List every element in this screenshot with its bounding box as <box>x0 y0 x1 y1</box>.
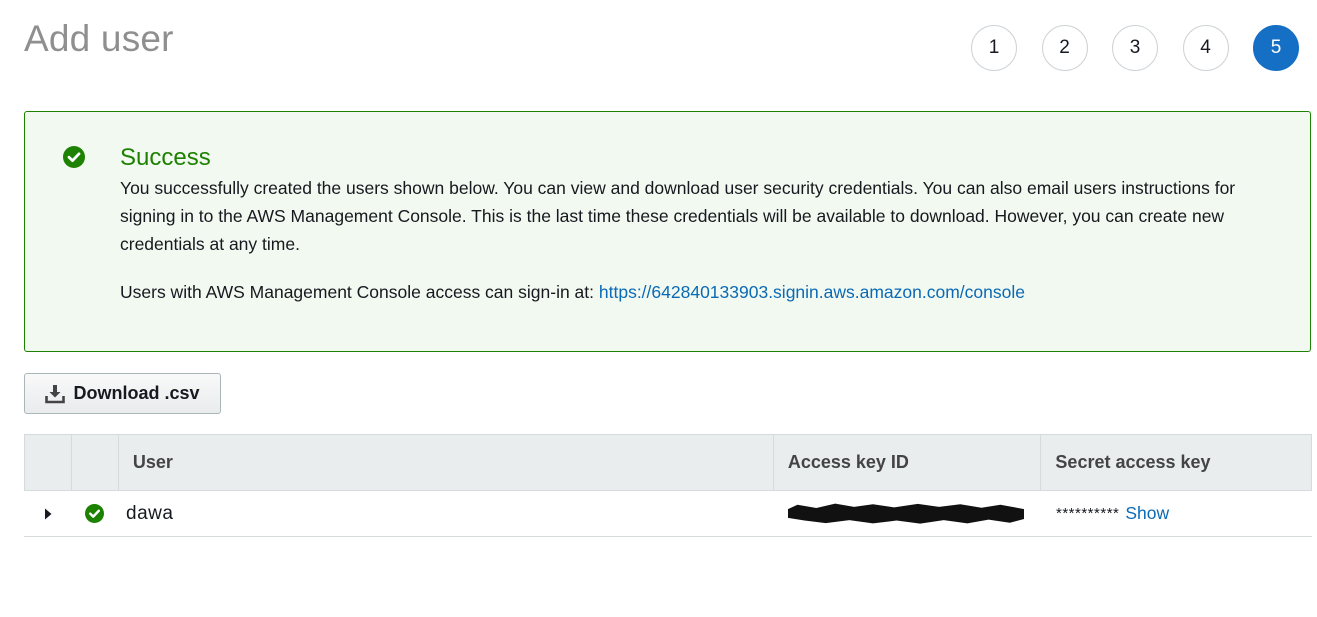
user-name-cell: dawa <box>126 502 174 524</box>
table-row: dawa ********** Show <box>24 491 1312 537</box>
download-csv-label: Download .csv <box>73 383 200 403</box>
column-header-access-key-id[interactable]: Access key ID <box>774 435 1042 490</box>
step-4[interactable]: 4 <box>1182 25 1229 71</box>
check-circle-icon <box>63 146 85 168</box>
signin-url-link[interactable]: https://642840133903.signin.aws.amazon.c… <box>599 282 1025 302</box>
users-table: User Access key ID Secret access key daw… <box>24 434 1312 537</box>
alert-title: Success <box>120 144 211 171</box>
download-csv-button[interactable]: Download .csv <box>24 373 221 414</box>
step-5[interactable]: 5 <box>1253 25 1299 71</box>
download-icon <box>45 384 66 403</box>
alert-message: You successfully created the users shown… <box>120 178 1236 254</box>
page-title: Add user <box>24 18 174 59</box>
expand-cell <box>24 491 71 536</box>
show-secret-link[interactable]: Show <box>1125 503 1169 524</box>
table-header: User Access key ID Secret access key <box>24 434 1312 491</box>
secret-mask: ********** <box>1056 505 1120 522</box>
column-header-user[interactable]: User <box>119 435 774 490</box>
step-1[interactable]: 1 <box>971 25 1017 71</box>
secret-access-key-cell: ********** Show <box>1042 491 1312 536</box>
row-status-cell <box>71 491 118 536</box>
check-circle-icon <box>85 504 104 523</box>
add-user-page: Add user 1 2 3 4 5 Success You successfu… <box>0 0 1317 617</box>
header-status-cell <box>72 435 119 490</box>
wizard-steps: 1 2 3 4 5 <box>971 25 1299 71</box>
column-header-secret-access-key[interactable]: Secret access key <box>1041 435 1311 490</box>
header-expand-cell <box>25 435 72 490</box>
redacted-access-key <box>788 503 1024 524</box>
step-2[interactable]: 2 <box>1041 25 1088 71</box>
access-key-id-cell <box>774 491 1042 536</box>
caret-right-icon[interactable] <box>43 507 53 521</box>
signin-line: Users with AWS Management Console access… <box>120 278 1025 306</box>
success-alert: Success You successfully created the use… <box>24 111 1311 352</box>
signin-label: Users with AWS Management Console access… <box>120 282 599 302</box>
step-3[interactable]: 3 <box>1112 25 1158 71</box>
